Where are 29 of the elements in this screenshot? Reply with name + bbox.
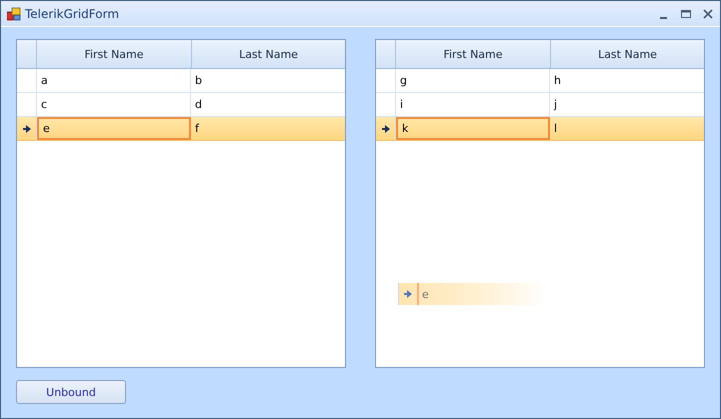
column-header[interactable]: First Name (396, 40, 551, 68)
close-icon[interactable] (702, 8, 714, 20)
table-cell[interactable]: g (396, 69, 550, 92)
current-row-arrow-icon (404, 290, 412, 298)
table-cell[interactable]: k (396, 117, 550, 140)
table-cell[interactable]: b (191, 69, 345, 92)
table-cell[interactable]: f (191, 117, 345, 140)
window-title: TelerikGridForm (25, 6, 120, 20)
column-header[interactable]: First Name (37, 40, 192, 68)
grid-row[interactable]: e f (17, 117, 345, 141)
app-icon (7, 6, 21, 20)
table-cell[interactable]: h (550, 69, 704, 92)
table-cell[interactable]: e (37, 117, 191, 140)
table-cell[interactable]: a (37, 69, 191, 92)
table-cell[interactable]: j (550, 93, 704, 116)
grid-row[interactable]: g h (376, 69, 704, 93)
grid-row[interactable]: k l (376, 117, 704, 141)
maximize-icon[interactable] (680, 8, 692, 20)
column-header[interactable]: Last Name (551, 40, 704, 68)
current-row-arrow-icon (22, 124, 30, 132)
table-cell[interactable]: i (396, 93, 550, 116)
table-cell[interactable]: c (37, 93, 191, 116)
column-header[interactable]: Last Name (192, 40, 345, 68)
current-row-arrow-icon (382, 124, 390, 132)
grid-row[interactable]: a b (17, 69, 345, 93)
table-cell[interactable]: d (191, 93, 345, 116)
unbound-button[interactable]: Unbound (16, 380, 126, 404)
table-cell[interactable]: l (550, 117, 704, 140)
drag-preview-text: e (417, 283, 548, 305)
